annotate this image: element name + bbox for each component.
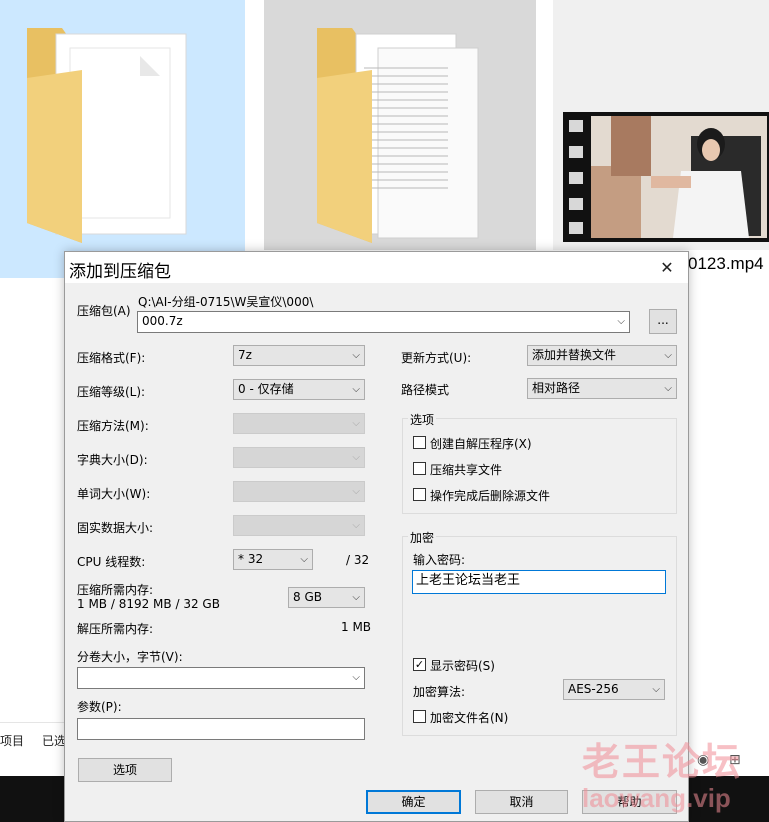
folder-with-documents-icon bbox=[317, 28, 479, 243]
sfx-checkbox[interactable] bbox=[413, 436, 426, 449]
solid-size-select: ⌵ bbox=[233, 515, 365, 536]
compress-memory-label: 压缩所需内存: bbox=[77, 583, 154, 597]
show-password-checkbox[interactable]: ✓ bbox=[413, 658, 426, 671]
volume-size-label: 分卷大小，字节(V): bbox=[77, 650, 183, 664]
decompress-memory-label: 解压所需内存: bbox=[77, 622, 154, 636]
show-password-label[interactable]: 显示密码(S) bbox=[430, 657, 495, 674]
memory-select[interactable]: 8 GB ⌵ bbox=[288, 587, 365, 608]
level-value: 0 - 仅存储 bbox=[238, 382, 294, 396]
film-strip-icon bbox=[563, 112, 591, 242]
solid-size-label: 固实数据大小: bbox=[77, 521, 154, 535]
encryption-method-select[interactable]: AES-256 ⌵ bbox=[563, 679, 665, 700]
level-select[interactable]: 0 - 仅存储 ⌵ bbox=[233, 379, 365, 400]
chevron-down-icon: ⌵ bbox=[617, 316, 625, 327]
browse-button[interactable]: ... bbox=[649, 309, 677, 334]
chevron-down-icon: ⌵ bbox=[652, 684, 660, 695]
word-size-label: 单词大小(W): bbox=[77, 487, 151, 501]
level-label: 压缩等级(L): bbox=[77, 385, 146, 399]
params-input[interactable] bbox=[77, 718, 365, 740]
delete-after-label[interactable]: 操作完成后删除源文件 bbox=[430, 487, 550, 504]
decompress-memory-value: 1 MB bbox=[341, 620, 372, 634]
chevron-down-icon: ⌵ bbox=[664, 383, 672, 394]
ok-button[interactable]: 确定 bbox=[366, 790, 461, 814]
chevron-down-icon: ⌵ bbox=[352, 592, 360, 603]
options-group-title: 选项 bbox=[408, 411, 437, 428]
threads-label: CPU 线程数: bbox=[77, 555, 146, 569]
threads-value: * 32 bbox=[238, 552, 264, 566]
memory-value: 8 GB bbox=[293, 590, 322, 604]
status-divider bbox=[0, 722, 64, 723]
method-label: 压缩方法(M): bbox=[77, 419, 149, 433]
dictionary-select: ⌵ bbox=[233, 447, 365, 468]
chevron-down-icon: ⌵ bbox=[352, 486, 360, 497]
watermark-text: 老王论坛 bbox=[582, 740, 743, 784]
dialog-title: 添加到压缩包 bbox=[69, 262, 171, 282]
video-thumbnail[interactable] bbox=[563, 112, 769, 242]
update-mode-label: 更新方式(U): bbox=[401, 351, 472, 365]
word-size-select: ⌵ bbox=[233, 481, 365, 502]
options-button[interactable]: 选项 bbox=[78, 758, 172, 782]
password-label: 输入密码: bbox=[413, 553, 466, 567]
cancel-button[interactable]: 取消 bbox=[475, 790, 568, 814]
chevron-down-icon: ⌵ bbox=[352, 350, 360, 361]
chevron-down-icon: ⌵ bbox=[352, 672, 360, 683]
archive-label: 压缩包(A) bbox=[77, 304, 131, 318]
chevron-down-icon: ⌵ bbox=[664, 350, 672, 361]
update-mode-select[interactable]: 添加并替换文件 ⌵ bbox=[527, 345, 677, 366]
archive-path: Q:\AI-分组-0715\W吴宣仪\000\ bbox=[138, 295, 314, 309]
update-mode-value: 添加并替换文件 bbox=[532, 348, 617, 362]
archive-name-value: 000.7z bbox=[142, 314, 183, 328]
dialog-titlebar[interactable]: 添加到压缩包 ✕ bbox=[65, 252, 688, 283]
chevron-down-icon: ⌵ bbox=[300, 554, 308, 565]
folder-icon bbox=[27, 28, 187, 243]
status-selected-text: 已选 bbox=[42, 734, 67, 748]
encrypt-names-checkbox[interactable] bbox=[413, 710, 426, 723]
encryption-group-title: 加密 bbox=[408, 529, 437, 546]
format-select[interactable]: 7z ⌵ bbox=[233, 345, 365, 366]
dictionary-label: 字典大小(D): bbox=[77, 453, 148, 467]
archive-name-combo[interactable]: 000.7z ⌵ bbox=[137, 311, 630, 333]
encryption-method-label: 加密算法: bbox=[413, 685, 466, 699]
method-select: ⌵ bbox=[233, 413, 365, 434]
status-items-text: 项目 bbox=[0, 734, 25, 748]
format-value: 7z bbox=[238, 348, 252, 362]
encryption-method-value: AES-256 bbox=[568, 682, 619, 696]
chevron-down-icon: ⌵ bbox=[352, 418, 360, 429]
watermark-url: laowang.vip bbox=[582, 783, 731, 813]
video-frame-image bbox=[591, 116, 767, 238]
params-label: 参数(P): bbox=[77, 700, 122, 714]
threads-select[interactable]: * 32 ⌵ bbox=[233, 549, 313, 570]
shared-files-checkbox[interactable] bbox=[413, 462, 426, 475]
password-input[interactable]: 上老王论坛当老王 bbox=[412, 570, 666, 594]
taskbar-fragment bbox=[0, 776, 64, 822]
sfx-label[interactable]: 创建自解压程序(X) bbox=[430, 435, 532, 452]
chevron-down-icon: ⌵ bbox=[352, 452, 360, 463]
threads-max: / 32 bbox=[346, 553, 370, 567]
chevron-down-icon: ⌵ bbox=[352, 384, 360, 395]
shared-files-label[interactable]: 压缩共享文件 bbox=[430, 461, 502, 478]
format-label: 压缩格式(F): bbox=[77, 351, 146, 365]
path-mode-select[interactable]: 相对路径 ⌵ bbox=[527, 378, 677, 399]
volume-size-combo[interactable]: ⌵ bbox=[77, 667, 365, 689]
file-name-label: 0123.mp4 bbox=[688, 254, 764, 273]
path-mode-value: 相对路径 bbox=[532, 381, 581, 395]
chevron-down-icon: ⌵ bbox=[352, 520, 360, 531]
encrypt-names-label[interactable]: 加密文件名(N) bbox=[430, 709, 508, 726]
path-mode-label: 路径模式 bbox=[401, 383, 450, 397]
delete-after-checkbox[interactable] bbox=[413, 488, 426, 501]
close-icon[interactable]: ✕ bbox=[652, 255, 682, 281]
compress-memory-detail: 1 MB / 8192 MB / 32 GB bbox=[77, 597, 220, 611]
